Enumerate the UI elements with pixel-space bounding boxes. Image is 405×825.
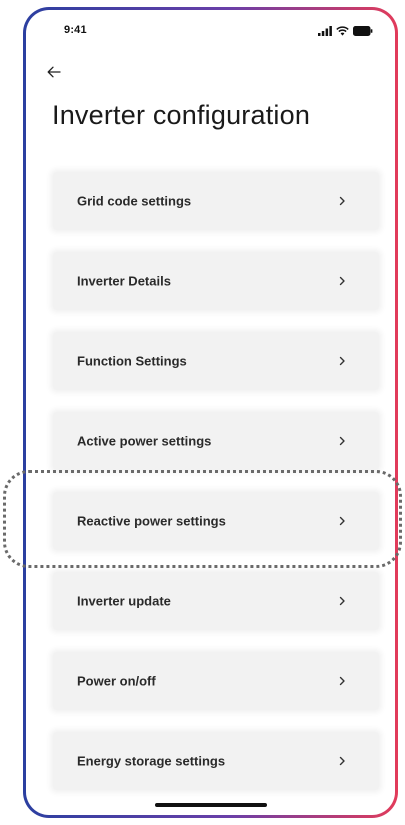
chevron-right-icon: [339, 356, 345, 366]
cellular-signal-icon: [318, 26, 332, 36]
chevron-right-icon: [339, 596, 345, 606]
settings-menu-list: Grid code settings Inverter Details Func…: [53, 172, 379, 812]
menu-item-label: Energy storage settings: [77, 753, 226, 769]
chevron-right-icon: [339, 436, 345, 446]
status-bar: 9:41: [26, 24, 395, 40]
menu-item-function-settings[interactable]: Function Settings: [53, 332, 379, 390]
page-title: Inverter configuration: [52, 100, 311, 130]
menu-item-active-power-settings[interactable]: Active power settings: [53, 412, 379, 470]
back-button[interactable]: [42, 60, 66, 84]
chevron-right-icon: [339, 756, 345, 766]
chevron-right-icon: [339, 196, 345, 206]
chevron-right-icon: [339, 276, 345, 286]
menu-item-label: Reactive power settings: [77, 513, 226, 529]
status-time: 9:41: [64, 24, 87, 36]
device-frame: 9:41 Inverter configuration Grid code se…: [23, 7, 398, 818]
wifi-icon: [336, 26, 349, 36]
home-indicator: [154, 803, 267, 807]
arrow-left-icon: [47, 66, 61, 78]
battery-icon: [353, 26, 373, 36]
menu-item-label: Function Settings: [77, 353, 187, 369]
status-icons: [318, 26, 373, 36]
menu-item-inverter-update[interactable]: Inverter update: [53, 572, 379, 630]
menu-item-label: Inverter Details: [77, 273, 171, 289]
menu-item-label: Active power settings: [77, 433, 212, 449]
phone-screen: 9:41 Inverter configuration Grid code se…: [26, 10, 395, 815]
menu-item-power-on-off[interactable]: Power on/off: [53, 652, 379, 710]
menu-item-energy-storage-settings[interactable]: Energy storage settings: [53, 732, 379, 790]
chevron-right-icon: [339, 516, 345, 526]
menu-item-label: Grid code settings: [77, 193, 192, 209]
menu-item-label: Power on/off: [77, 673, 156, 689]
menu-item-grid-code-settings[interactable]: Grid code settings: [53, 172, 379, 230]
chevron-right-icon: [339, 676, 345, 686]
menu-item-inverter-details[interactable]: Inverter Details: [53, 252, 379, 310]
menu-item-reactive-power-settings[interactable]: Reactive power settings: [53, 492, 379, 550]
menu-item-label: Inverter update: [77, 593, 171, 609]
